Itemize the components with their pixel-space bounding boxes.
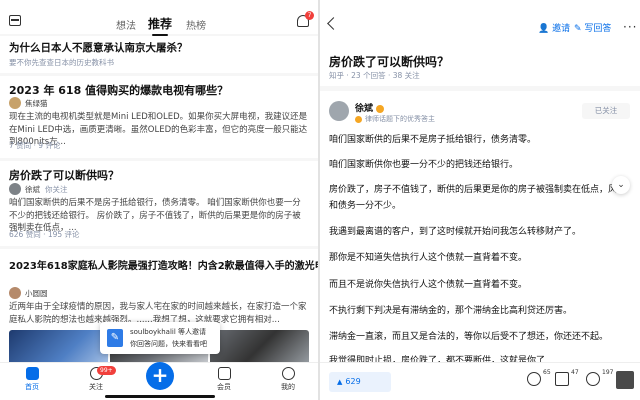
avatar[interactable]	[329, 101, 349, 121]
toast-line-1: soulboykhalil 等人邀请	[130, 328, 207, 336]
heart-icon[interactable]	[586, 372, 600, 386]
answer-pane: 👤 邀请 ✎ 写回答 ··· 房价跌了可以断供吗？ 知乎 · 23 个回答 · …	[320, 0, 640, 400]
feed-pane: 想法 推荐 热榜 7 为什么日本人不愿意承认南京大屠杀？ 要不你先查查日本的历史…	[0, 0, 318, 400]
back-arrow-icon[interactable]	[327, 17, 340, 30]
answerer-credential: 律师话题下的优秀答主	[355, 114, 435, 124]
credential-icon	[355, 115, 362, 123]
comment-icon[interactable]	[527, 372, 541, 386]
like-count: 197	[602, 369, 614, 376]
article-image[interactable]	[210, 330, 310, 366]
sidebar-toggle-icon[interactable]	[9, 15, 21, 26]
answer-paragraph: 我觉得即时止损，房价跌了，都不要断供，这就是你了	[329, 356, 546, 362]
nav-member-label: 会员	[217, 383, 231, 391]
author-row[interactable]: 小圆圆	[9, 287, 48, 299]
favorite-count: 47	[571, 369, 579, 376]
member-icon	[217, 367, 231, 380]
document-icon: ✎	[107, 329, 123, 347]
nav-home[interactable]: 首页	[12, 367, 52, 392]
credential-text: 律师话题下的优秀答主	[365, 115, 435, 123]
answer-paragraph: 咱们国家断供你也要一分不少的把钱还给银行。	[329, 160, 519, 170]
answer-paragraph: 咱们国家断供的后果不是房子抵给银行，债务清零。	[329, 135, 537, 145]
author-row[interactable]: 焦绿猫	[9, 97, 48, 109]
feed-card[interactable]: 2023 年 618 值得购买的爆款电视有哪些？ 焦绿猫 现在主流的电视机类型就…	[0, 76, 318, 158]
author-name[interactable]: 小圆圆	[25, 288, 48, 299]
answer-paragraph: 而且不是说你失信执行人这个债就一直背着不变。	[329, 280, 528, 290]
more-icon[interactable]: ···	[623, 20, 637, 34]
nav-me[interactable]: 我的	[268, 367, 308, 392]
question-subtitle: 要不你先查查日本的历史教科书	[9, 58, 114, 67]
home-indicator[interactable]	[105, 395, 215, 398]
feed-card[interactable]: 为什么日本人不愿意承认南京大屠杀？ 要不你先查查日本的历史教科书	[0, 36, 318, 73]
comment-count: 65	[543, 369, 551, 376]
answerer-name-text: 徐斌	[355, 104, 374, 114]
star-icon[interactable]	[555, 372, 569, 386]
write-answer-label: 写回答	[584, 24, 612, 34]
section-divider	[320, 86, 640, 91]
answer-action-bar: ▲ 629 65 47 197	[320, 362, 640, 400]
vote-count: 629	[345, 377, 361, 386]
author-row[interactable]: 徐斌 你关注	[9, 183, 68, 195]
add-button[interactable]: +	[146, 362, 174, 390]
question-title[interactable]: 2023年618家庭私人影院最强打造攻略！内含2款最值得入手的激光电视推荐~	[9, 257, 318, 272]
question-title[interactable]: 为什么日本人不愿意承认南京大屠杀？	[9, 40, 188, 55]
followed-button[interactable]: 已关注	[582, 103, 630, 119]
nav-me-label: 我的	[281, 383, 295, 391]
author-name[interactable]: 焦绿猫	[25, 98, 48, 109]
avatar[interactable]	[9, 183, 21, 195]
answer-meta: 626 赞同 · 195 评论	[9, 230, 80, 239]
chevron-down-icon[interactable]: ⌄	[612, 176, 630, 194]
tab-recommend[interactable]: 推荐	[148, 15, 172, 36]
nav-follow-label: 关注	[89, 383, 103, 391]
profile-icon	[281, 367, 295, 380]
answer-meta: 7 赞同 · 9 评论	[9, 141, 61, 150]
author-name[interactable]: 徐斌	[25, 184, 40, 195]
answerer-name[interactable]: 徐斌	[355, 101, 385, 114]
invite-toast[interactable]: ✎ soulboykhalil 等人邀请 你回答问题，快来看看吧	[100, 322, 220, 354]
answer-paragraph: 那你是不知道失信执行人这个债就一直背着不变。	[329, 253, 528, 263]
author-tag: 你关注	[45, 184, 68, 194]
write-answer-button[interactable]: ✎ 写回答	[574, 21, 611, 34]
avatar[interactable]	[9, 287, 21, 299]
invite-button[interactable]: 👤 邀请	[538, 21, 570, 34]
nav-member[interactable]: 会员	[204, 367, 244, 392]
answer-paragraph: 我遇到最离谱的客户，到了这时候就开始问我怎么转移财产了。	[329, 227, 582, 237]
notification-badge: 7	[305, 11, 314, 20]
answer-paragraph: 房价跌了，房子不值钱了，断供的后果更是你的房子被强制卖在低点，风险和债务一分不少…	[329, 185, 627, 211]
answer-paragraph: 不执行剩下判决是有滞纳金的，那个滞纳金比高利贷还厉害。	[329, 306, 573, 316]
upvote-icon: ▲	[337, 378, 343, 386]
feed-card[interactable]: 房价跌了可以断供吗？ 徐斌 你关注 咱们国家断供的后果不是房子抵给银行，债务清零…	[0, 161, 318, 246]
follow-badge: 99+	[97, 366, 116, 375]
tab-hot-list[interactable]: 热榜	[186, 17, 206, 32]
question-title[interactable]: 2023 年 618 值得购买的爆款电视有哪些？	[9, 82, 228, 98]
badge-icon	[376, 104, 385, 113]
toast-line-2: 你回答问题，快来看看吧	[130, 340, 207, 348]
question-title[interactable]: 房价跌了可以断供吗？	[9, 167, 119, 183]
article-image[interactable]	[9, 330, 108, 366]
question-meta[interactable]: 知乎 · 23 个回答 · 38 关注	[329, 70, 420, 81]
upvote-button[interactable]: ▲ 629	[329, 372, 391, 392]
feed-top-bar: 想法 推荐 热榜 7	[0, 0, 318, 36]
avatar[interactable]	[9, 97, 21, 109]
tab-ideas[interactable]: 想法	[116, 17, 136, 32]
question-title[interactable]: 房价跌了可以断供吗？	[329, 53, 449, 70]
home-icon	[25, 367, 39, 380]
answer-paragraph: 滞纳金一直滚，而且又是合法的，等你以后受不了想还，你还还不起。	[329, 332, 609, 342]
nav-home-label: 首页	[25, 383, 39, 391]
invite-label: 邀请	[552, 24, 571, 34]
author-thumbnail[interactable]	[616, 371, 634, 389]
